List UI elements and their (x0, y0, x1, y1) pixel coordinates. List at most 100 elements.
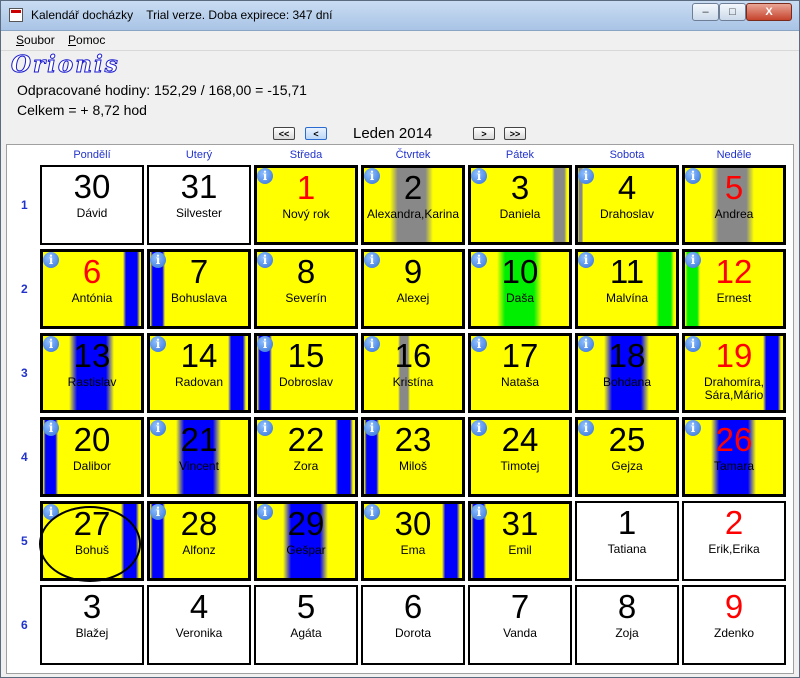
day-cell[interactable]: 4 Drahoslav i (575, 165, 679, 245)
nameday-label: Drahoslav (599, 207, 655, 221)
info-icon[interactable]: i (578, 336, 594, 352)
info-icon[interactable]: i (685, 420, 701, 436)
nameday-label: Bohuslava (170, 291, 228, 305)
day-cell[interactable]: 30 Ema i (361, 501, 465, 581)
info-icon[interactable]: i (43, 420, 59, 436)
next-month-button[interactable]: > (473, 127, 495, 140)
day-cell[interactable]: 17 Nataša i (468, 333, 572, 413)
first-month-button[interactable]: << (273, 127, 295, 140)
info-icon[interactable]: i (471, 336, 487, 352)
info-icon[interactable]: i (364, 168, 380, 184)
highlight-circle (39, 506, 141, 582)
weekday-header: Neděle (716, 149, 752, 161)
day-cell[interactable]: 31 Silvester (147, 165, 251, 245)
day-cell[interactable]: 5 Andrea i (682, 165, 786, 245)
nameday-label: Kristína (392, 375, 434, 389)
week-number: 2 (21, 282, 28, 296)
info-icon[interactable]: i (43, 252, 59, 268)
info-icon[interactable]: i (471, 420, 487, 436)
info-icon[interactable]: i (150, 504, 166, 520)
day-cell[interactable]: 20 Dalibor i (40, 417, 144, 497)
day-cell[interactable]: 3 Daniela i (468, 165, 572, 245)
info-icon[interactable]: i (685, 168, 701, 184)
nameday-label: Gejza (611, 459, 643, 473)
info-icon[interactable]: i (578, 420, 594, 436)
info-icon[interactable]: i (578, 168, 594, 184)
day-cell[interactable]: 19 Drahomíra, Sára,Mário i (682, 333, 786, 413)
info-icon[interactable]: i (364, 420, 380, 436)
trial-notice: Trial verze. Doba expirece: 347 dní (146, 8, 333, 22)
day-cell[interactable]: 8 Zoja (575, 585, 679, 665)
info-icon[interactable]: i (471, 504, 487, 520)
nameday-label: Ema (400, 543, 426, 557)
info-icon[interactable]: i (257, 504, 273, 520)
info-icon[interactable]: i (150, 336, 166, 352)
info-icon[interactable]: i (471, 168, 487, 184)
day-cell[interactable]: 7 Vanda (468, 585, 572, 665)
day-cell[interactable]: 6 Dorota (361, 585, 465, 665)
day-cell[interactable]: 1 Tatiana (575, 501, 679, 581)
nameday-label: Zoja (615, 626, 639, 640)
maximize-button[interactable]: □ (719, 3, 746, 21)
day-cell[interactable]: 25 Gejza i (575, 417, 679, 497)
day-cell[interactable]: 28 Alfonz i (147, 501, 251, 581)
menu-file[interactable]: Soubor (16, 33, 55, 47)
day-cell[interactable]: 2 Erik,Erika (682, 501, 786, 581)
weekday-header: Čtvrtek (395, 149, 431, 161)
day-cell[interactable]: 5 Agáta (254, 585, 358, 665)
day-cell[interactable]: 2 Alexandra,Karina i (361, 165, 465, 245)
nameday-label: Emil (508, 543, 532, 557)
menu-help[interactable]: Pomoc (68, 33, 105, 47)
day-cell[interactable]: 9 Alexej i (361, 249, 465, 329)
day-cell[interactable]: 11 Malvína i (575, 249, 679, 329)
day-cell[interactable]: 18 Bohdana i (575, 333, 679, 413)
info-icon[interactable]: i (43, 336, 59, 352)
day-cell[interactable]: 4 Veronika (147, 585, 251, 665)
last-month-button[interactable]: >> (504, 127, 526, 140)
info-icon[interactable]: i (685, 252, 701, 268)
info-icon[interactable]: i (364, 336, 380, 352)
total-hours-summary: Celkem = + 8,72 hod (17, 102, 147, 118)
calendar-app-icon[interactable] (9, 8, 23, 22)
close-button[interactable]: X (746, 3, 792, 21)
info-icon[interactable]: i (578, 252, 594, 268)
info-icon[interactable]: i (257, 252, 273, 268)
day-cell[interactable]: 6 Antónia i (40, 249, 144, 329)
day-cell[interactable]: 13 Rastislav i (40, 333, 144, 413)
day-cell[interactable]: 14 Radovan i (147, 333, 251, 413)
title-bar[interactable]: Kalendář docházky Trial verze. Doba expi… (1, 1, 799, 31)
day-cell[interactable]: 29 Gešpar i (254, 501, 358, 581)
nameday-label: Daša (505, 291, 534, 305)
day-cell[interactable]: 21 Vincent i (147, 417, 251, 497)
day-cell[interactable]: 8 Severín i (254, 249, 358, 329)
day-number: 7 (510, 588, 530, 625)
info-icon[interactable]: i (257, 168, 273, 184)
day-cell[interactable]: 15 Dobroslav i (254, 333, 358, 413)
info-icon[interactable]: i (471, 252, 487, 268)
info-icon[interactable]: i (150, 252, 166, 268)
day-cell[interactable]: 26 Tamara i (682, 417, 786, 497)
day-cell[interactable]: 30 Dávid (40, 165, 144, 245)
previous-month-button[interactable]: < (305, 127, 327, 140)
day-cell[interactable]: 31 Emil i (468, 501, 572, 581)
info-icon[interactable]: i (685, 336, 701, 352)
day-cell[interactable]: 10 Daša i (468, 249, 572, 329)
day-cell[interactable]: 1 Nový rok i (254, 165, 358, 245)
day-cell[interactable]: 3 Blažej (40, 585, 144, 665)
info-icon[interactable]: i (257, 420, 273, 436)
day-cell[interactable]: 7 Bohuslava i (147, 249, 251, 329)
current-month-label: Leden 2014 (353, 125, 433, 142)
info-icon[interactable]: i (150, 420, 166, 436)
info-icon[interactable]: i (364, 504, 380, 520)
day-cell[interactable]: 24 Timotej i (468, 417, 572, 497)
info-icon[interactable]: i (257, 336, 273, 352)
day-cell[interactable]: 16 Kristína i (361, 333, 465, 413)
day-cell[interactable]: 23 Miloš i (361, 417, 465, 497)
nameday-label: Zora (293, 459, 319, 473)
weekday-header: Pátek (505, 149, 535, 161)
minimize-button[interactable]: – (692, 3, 719, 21)
day-cell[interactable]: 22 Zora i (254, 417, 358, 497)
day-cell[interactable]: 9 Zdenko (682, 585, 786, 665)
day-cell[interactable]: 12 Ernest i (682, 249, 786, 329)
info-icon[interactable]: i (364, 252, 380, 268)
